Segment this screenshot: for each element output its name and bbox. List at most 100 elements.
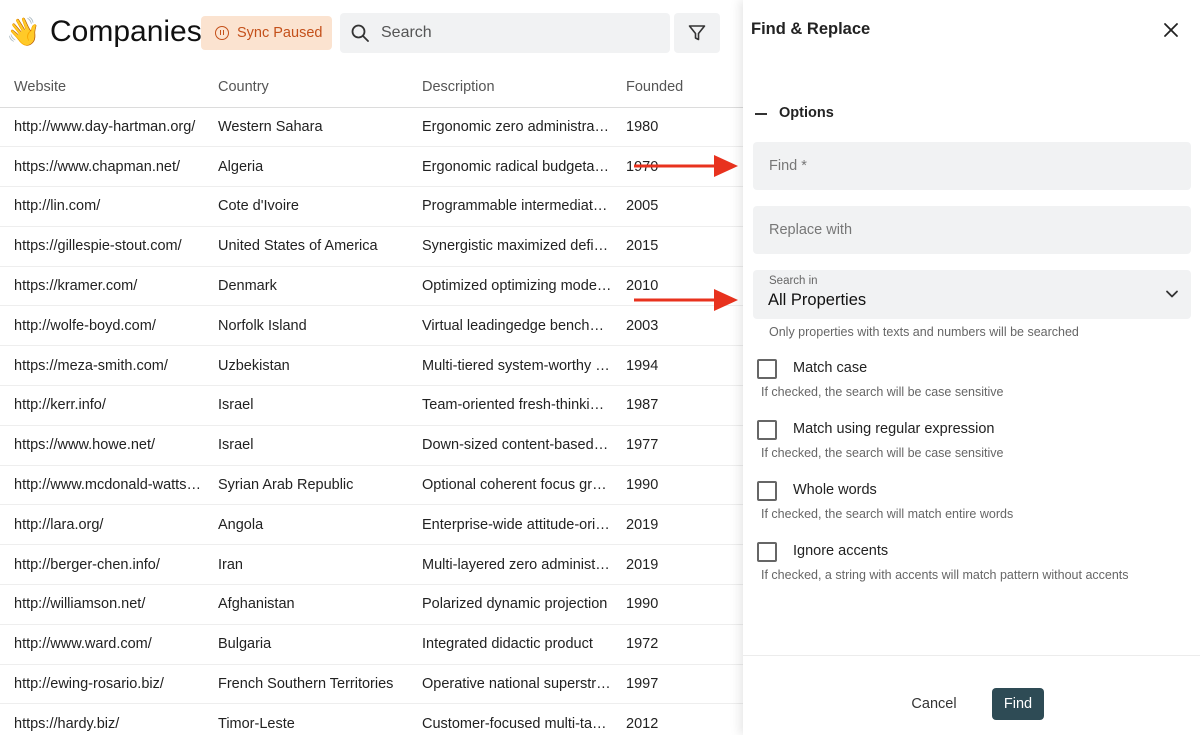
description-cell: Operative national superstr… bbox=[408, 664, 612, 705]
table-row[interactable]: http://berger-chen.info/Iran Multi-layere… bbox=[0, 544, 745, 586]
country-cell: Syrian Arab Republic bbox=[204, 465, 408, 506]
option-checkbox[interactable] bbox=[757, 481, 777, 501]
founded-cell: 1980 bbox=[612, 107, 745, 148]
replace-field bbox=[753, 206, 1191, 254]
table-row[interactable]: http://kerr.info/Israel Team-oriented fre… bbox=[0, 385, 745, 426]
description-cell: Optimized optimizing mode… bbox=[408, 266, 612, 307]
founded-cell: 1987 bbox=[612, 385, 745, 426]
replace-input[interactable] bbox=[753, 206, 1191, 254]
footer-divider bbox=[743, 655, 1200, 656]
option-hint: If checked, the search will be case sens… bbox=[761, 446, 1004, 460]
description-cell: Ergonomic radical budgetar… bbox=[408, 146, 612, 188]
description-cell: Down-sized content-based i… bbox=[408, 425, 612, 466]
options-label: Options bbox=[779, 105, 834, 121]
description-cell: Programmable intermediate… bbox=[408, 186, 612, 227]
collapse-icon bbox=[755, 113, 767, 115]
table-row[interactable]: http://www.ward.com/Bulgaria Integrated d… bbox=[0, 624, 745, 665]
page-title: Companies bbox=[50, 15, 202, 48]
website-cell: http://www.ward.com/ bbox=[0, 624, 204, 665]
country-cell: Timor-Leste bbox=[204, 703, 408, 735]
find-field bbox=[753, 142, 1191, 190]
founded-cell: 1994 bbox=[612, 345, 745, 387]
founded-cell: 2019 bbox=[612, 544, 745, 586]
filter-button[interactable] bbox=[674, 13, 720, 53]
founded-cell: 1990 bbox=[612, 465, 745, 506]
website-cell: https://www.chapman.net/ bbox=[0, 146, 204, 188]
column-header-description[interactable]: Description bbox=[408, 67, 612, 108]
country-cell: French Southern Territories bbox=[204, 664, 408, 705]
website-cell: https://hardy.biz/ bbox=[0, 703, 204, 735]
website-cell: http://www.mcdonald-watts… bbox=[0, 465, 204, 506]
founded-cell: 1990 bbox=[612, 584, 745, 625]
option-label[interactable]: Match case bbox=[793, 360, 867, 376]
website-cell: http://lara.org/ bbox=[0, 504, 204, 546]
table-row[interactable]: http://www.mcdonald-watts… Syrian Arab Re… bbox=[0, 465, 745, 506]
waving-hand-icon: 👋 bbox=[6, 15, 41, 48]
search-in-label: Search in bbox=[769, 275, 818, 287]
website-cell: https://gillespie-stout.com/ bbox=[0, 226, 204, 267]
table-row[interactable]: http://williamson.net/Afghanistan Polariz… bbox=[0, 584, 745, 625]
search-in-hint: Only properties with texts and numbers w… bbox=[769, 325, 1079, 339]
founded-cell: 1972 bbox=[612, 624, 745, 665]
option-label[interactable]: Ignore accents bbox=[793, 543, 888, 559]
column-header-country[interactable]: Country bbox=[204, 67, 408, 108]
search-in-select[interactable]: Search in All Properties bbox=[753, 270, 1191, 319]
table-row[interactable]: http://www.day-hartman.org/Western Sahar… bbox=[0, 107, 745, 148]
country-cell: Israel bbox=[204, 425, 408, 466]
description-cell: Multi-layered zero administr… bbox=[408, 544, 612, 586]
founded-cell: 2005 bbox=[612, 186, 745, 227]
search-in-value: All Properties bbox=[768, 291, 867, 309]
table-row[interactable]: https://www.howe.net/Israel Down-sized co… bbox=[0, 425, 745, 466]
website-cell: https://www.howe.net/ bbox=[0, 425, 204, 466]
table-row[interactable]: http://lin.com/Cote d'Ivoire Programmable… bbox=[0, 186, 745, 227]
panel-title: Find & Replace bbox=[751, 20, 871, 38]
description-cell: Enterprise-wide attitude-ori… bbox=[408, 504, 612, 546]
website-cell: http://wolfe-boyd.com/ bbox=[0, 305, 204, 347]
description-cell: Ergonomic zero administrat… bbox=[408, 107, 612, 148]
table-row[interactable]: http://lara.org/Angola Enterprise-wide at… bbox=[0, 504, 745, 546]
companies-view: 👋 Companies Sync Paused WebsiteCountryDe… bbox=[0, 0, 745, 735]
sync-paused-badge[interactable]: Sync Paused bbox=[201, 16, 332, 50]
option-hint: If checked, a string with accents will m… bbox=[761, 568, 1129, 582]
country-cell: Western Sahara bbox=[204, 107, 408, 148]
option-hint: If checked, the search will match entire… bbox=[761, 507, 1014, 521]
sync-status-label: Sync Paused bbox=[237, 25, 323, 41]
find-input[interactable] bbox=[753, 142, 1191, 190]
description-cell: Integrated didactic product bbox=[408, 624, 612, 665]
option-label[interactable]: Match using regular expression bbox=[793, 421, 995, 437]
description-cell: Team-oriented fresh-thinkin… bbox=[408, 385, 612, 426]
annotation-arrow-find bbox=[634, 155, 738, 177]
search-input[interactable] bbox=[381, 13, 661, 53]
search-box bbox=[340, 13, 670, 53]
country-cell: Iran bbox=[204, 544, 408, 586]
website-cell: http://lin.com/ bbox=[0, 186, 204, 227]
country-cell: Israel bbox=[204, 385, 408, 426]
website-cell: http://www.day-hartman.org/ bbox=[0, 107, 204, 148]
option-checkbox[interactable] bbox=[757, 542, 777, 562]
description-cell: Polarized dynamic projection bbox=[408, 584, 612, 625]
table-row[interactable]: https://gillespie-stout.com/United State… bbox=[0, 226, 745, 267]
column-header-founded[interactable]: Founded bbox=[612, 67, 745, 108]
filter-icon bbox=[688, 25, 706, 41]
founded-cell: 1997 bbox=[612, 664, 745, 705]
website-cell: https://kramer.com/ bbox=[0, 266, 204, 307]
cancel-button[interactable]: Cancel bbox=[895, 688, 973, 720]
country-cell: Algeria bbox=[204, 146, 408, 188]
option-hint: If checked, the search will be case sens… bbox=[761, 385, 1004, 399]
find-button[interactable]: Find bbox=[992, 688, 1044, 720]
website-cell: http://williamson.net/ bbox=[0, 584, 204, 625]
table-row[interactable]: http://ewing-rosario.biz/French Southern… bbox=[0, 664, 745, 705]
founded-cell: 2015 bbox=[612, 226, 745, 267]
website-cell: http://kerr.info/ bbox=[0, 385, 204, 426]
option-label[interactable]: Whole words bbox=[793, 482, 877, 498]
option-checkbox[interactable] bbox=[757, 420, 777, 440]
close-icon[interactable] bbox=[1161, 20, 1181, 40]
option-checkbox[interactable] bbox=[757, 359, 777, 379]
table-row[interactable]: https://meza-smith.com/Uzbekistan Multi-t… bbox=[0, 345, 745, 387]
description-cell: Customer-focused multi-tas… bbox=[408, 703, 612, 735]
description-cell: Multi-tiered system-worthy … bbox=[408, 345, 612, 387]
country-cell: Norfolk Island bbox=[204, 305, 408, 347]
country-cell: Afghanistan bbox=[204, 584, 408, 625]
column-header-website[interactable]: Website bbox=[0, 67, 204, 108]
table-row[interactable]: https://hardy.biz/Timor-Leste Customer-fo… bbox=[0, 703, 745, 735]
